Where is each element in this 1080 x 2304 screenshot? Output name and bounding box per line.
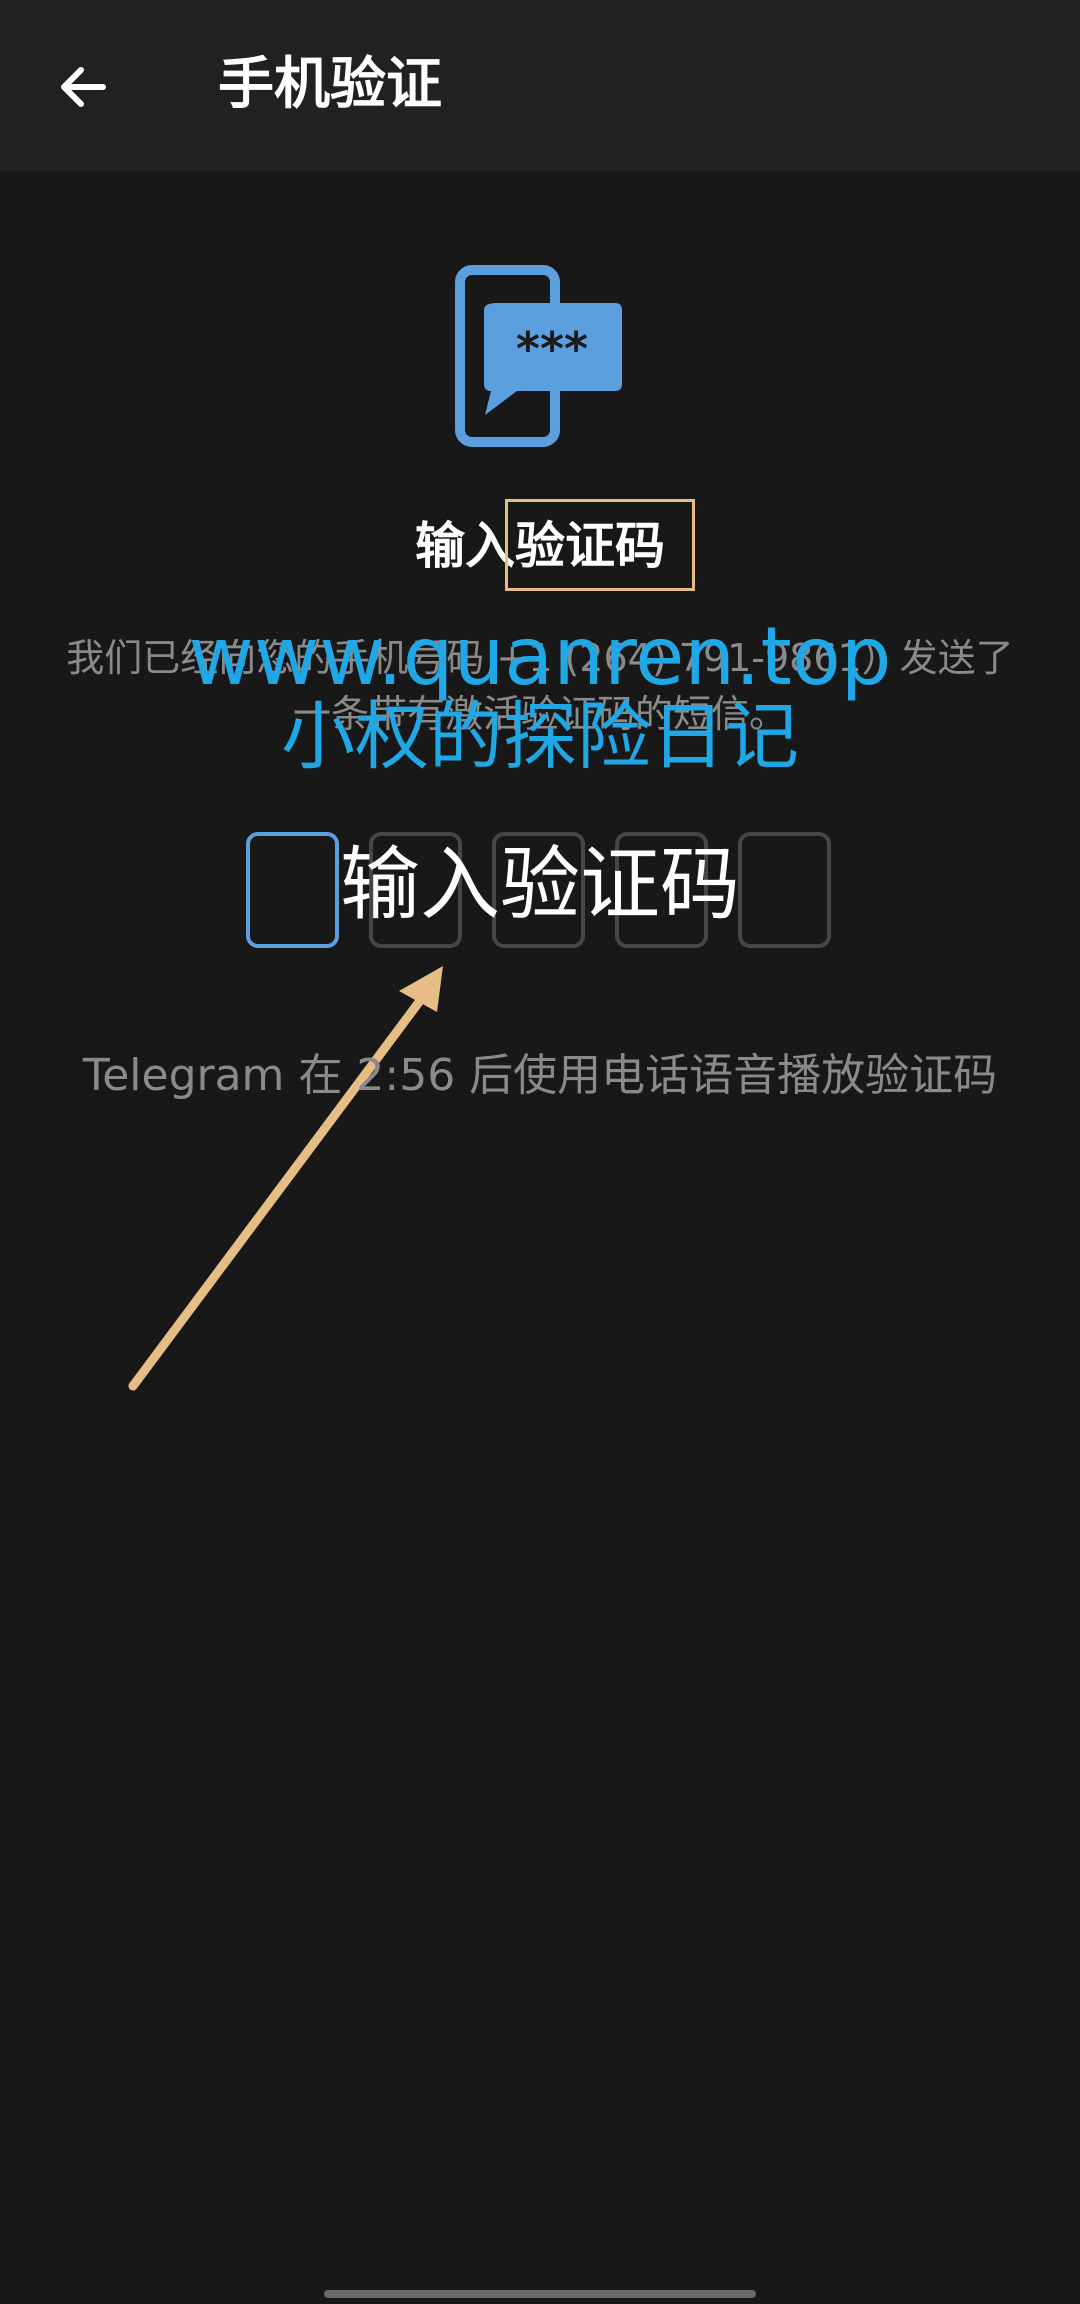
sms-code-phone-icon: *** xyxy=(455,265,622,447)
sms-code-stars: *** xyxy=(516,322,588,376)
voice-call-countdown-hint: Telegram 在 2:56 后使用电话语音播放验证码 xyxy=(82,1050,998,1101)
watermark-url: www.quanren.top xyxy=(188,610,892,703)
phone-verification-screen: 手机验证 *** 输入验证码 我们已经向您的手机号码 +1 (264) 791-… xyxy=(0,0,1080,2304)
code-input-overlay-label: 输入验证码 xyxy=(340,838,740,931)
home-indicator[interactable] xyxy=(324,2290,756,2298)
page-title: 手机验证 xyxy=(218,52,442,117)
arrow-left-icon xyxy=(61,67,106,107)
app-bar: 手机验证 xyxy=(0,0,1080,171)
back-button[interactable] xyxy=(40,44,126,130)
watermark-subtitle: 小权的探险日记 xyxy=(281,694,799,780)
annotation-highlight-box xyxy=(505,499,695,591)
